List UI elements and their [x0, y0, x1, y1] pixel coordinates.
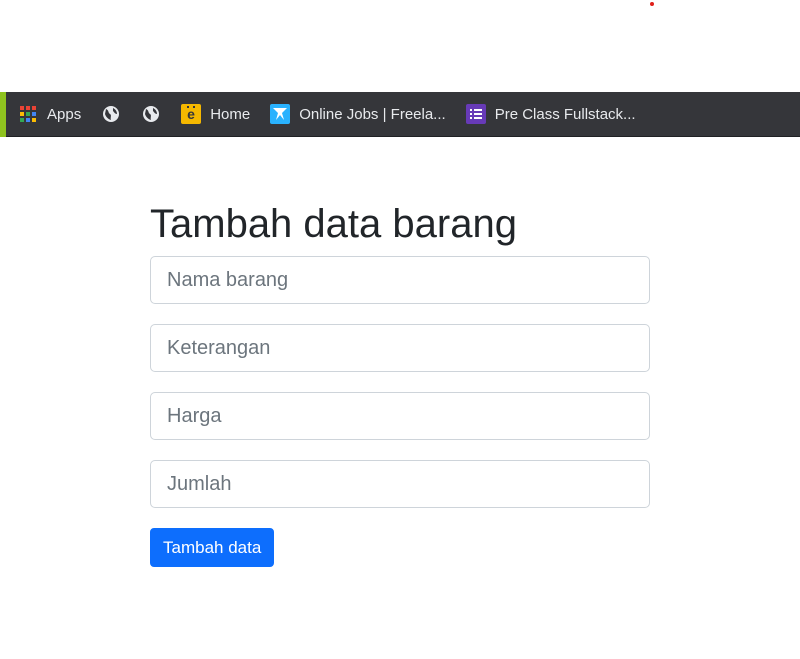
- bookmark-label: Apps: [47, 105, 82, 123]
- item-name-input[interactable]: [150, 256, 650, 304]
- bookmarks-bar: Apps e Home Online Jobs | Freela... Pre …: [0, 92, 800, 137]
- freelancer-icon: [270, 104, 291, 124]
- bookmark-apps[interactable]: Apps: [18, 92, 81, 137]
- price-input[interactable]: [150, 392, 650, 440]
- list-form-icon: [465, 104, 486, 124]
- notification-dot: [650, 2, 654, 6]
- bookmark-label: Online Jobs | Freela...: [299, 105, 446, 123]
- browser-top-area: [0, 0, 800, 92]
- add-data-button[interactable]: Tambah data: [150, 528, 275, 567]
- svg-text:e: e: [187, 106, 195, 122]
- globe-icon: [141, 104, 161, 124]
- globe-icon: [101, 104, 121, 124]
- add-item-form: Tambah data barang Tambah data: [150, 199, 650, 567]
- bookmark-globe-1[interactable]: [101, 92, 121, 137]
- description-input[interactable]: [150, 324, 650, 372]
- apps-grid-icon: [18, 104, 38, 124]
- bookmark-label: Pre Class Fullstack...: [494, 105, 636, 123]
- quantity-input[interactable]: [150, 460, 650, 508]
- page-content: Tambah data barang Tambah data: [0, 137, 800, 659]
- bookmark-online-jobs[interactable]: Online Jobs | Freela...: [270, 92, 446, 137]
- bookmark-home[interactable]: e Home: [181, 92, 250, 137]
- bookmark-label: Home: [210, 105, 251, 123]
- page-title: Tambah data barang: [150, 202, 517, 246]
- bookmark-pre-class[interactable]: Pre Class Fullstack...: [465, 92, 636, 137]
- home-site-icon: e: [181, 104, 202, 124]
- bookmark-globe-2[interactable]: [141, 92, 161, 137]
